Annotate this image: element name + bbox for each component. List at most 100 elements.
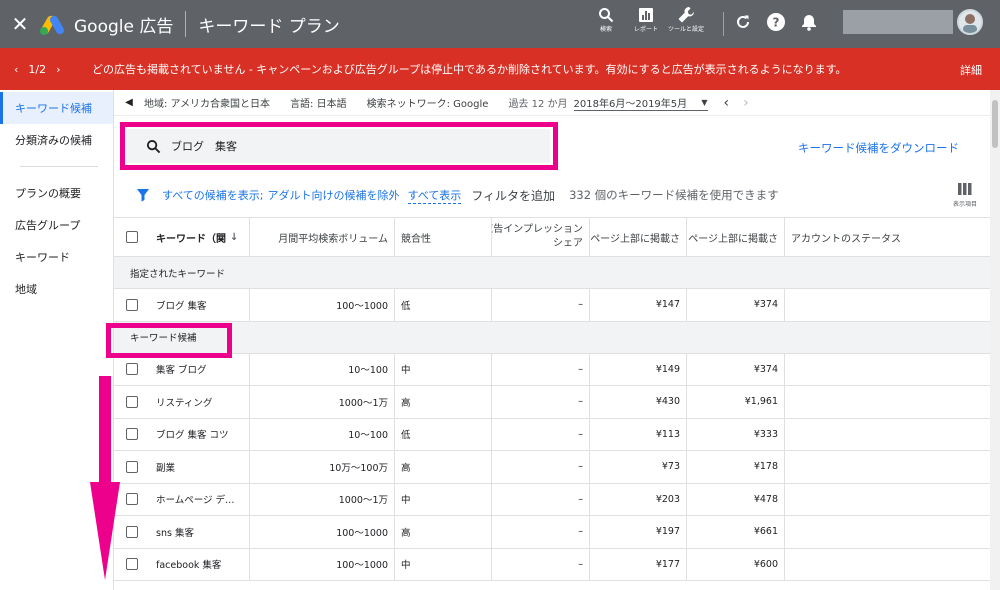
header-account-status[interactable]: アカウントのステータス: [785, 218, 990, 256]
select-all-checkbox[interactable]: [114, 218, 150, 256]
candidate-count: 332 個のキーワード候補を使用できます: [569, 188, 779, 202]
row-keyword: リスティング: [150, 386, 250, 418]
row-checkbox[interactable]: [114, 419, 150, 451]
add-filter-button[interactable]: フィルタを追加: [471, 187, 555, 204]
sort-arrow-icon: ↓: [230, 231, 239, 243]
row-volume: 1000～1万: [250, 483, 395, 515]
row-bid-low: ¥73: [590, 451, 687, 483]
network-filter[interactable]: 検索ネットワーク: Google: [367, 95, 489, 110]
location-filter[interactable]: 地域: アメリカ合衆国と日本: [144, 95, 270, 110]
header-competition[interactable]: 競合性: [395, 218, 492, 256]
vertical-scrollbar[interactable]: [990, 90, 1000, 590]
row-bid-high: ¥478: [687, 483, 785, 515]
row-account-status: [785, 419, 990, 451]
row-bid-low: ¥113: [590, 418, 687, 450]
row-bid-high: ¥600: [687, 548, 785, 580]
row-checkbox[interactable]: [114, 451, 150, 483]
table-row[interactable]: ブログ 集客 コツ 10～100 低 – ¥113 ¥333: [114, 418, 990, 451]
refresh-icon[interactable]: [734, 13, 752, 35]
row-bid-low: ¥430: [590, 386, 687, 418]
table-row[interactable]: 副業 10万～100万 高 – ¥73 ¥178: [114, 451, 990, 484]
row-checkbox[interactable]: [114, 549, 150, 581]
row-volume: 10万～100万: [250, 451, 395, 483]
row-bid-high: ¥374: [687, 289, 785, 321]
row-checkbox[interactable]: [114, 484, 150, 516]
scrollbar-thumb[interactable]: [992, 100, 998, 148]
sidebar-item-keywords[interactable]: キーワード: [0, 241, 113, 273]
top-tools: 検索 レポート ツールと設定: [586, 4, 706, 34]
account-selector[interactable]: [843, 10, 953, 34]
row-impression: –: [492, 516, 590, 548]
table-row[interactable]: リスティング 1000～1万 高 – ¥430 ¥1,961: [114, 386, 990, 419]
top-right-icons: ?: [734, 12, 818, 36]
row-checkbox[interactable]: [114, 516, 150, 548]
table-row[interactable]: ホームページ デ… 1000～1万 中 – ¥203 ¥478: [114, 483, 990, 516]
avatar[interactable]: [957, 9, 983, 35]
period-prev-icon[interactable]: ‹: [724, 95, 730, 111]
columns-button[interactable]: 表示項目: [948, 180, 982, 208]
page-title: キーワード プラン: [198, 16, 340, 37]
row-checkbox[interactable]: [114, 289, 150, 321]
sidebar-item-locations[interactable]: 地域: [0, 273, 113, 305]
sidebar-item-plan-overview[interactable]: プランの概要: [0, 177, 113, 209]
header-volume[interactable]: 月間平均検索ボリューム: [250, 218, 395, 256]
main-content: ◀ 地域: アメリカ合衆国と日本 言語: 日本語 検索ネットワーク: Googl…: [114, 90, 990, 590]
row-checkbox[interactable]: [114, 354, 150, 386]
table-row[interactable]: sns 集客 100～1000 高 – ¥197 ¥661: [114, 516, 990, 549]
google-ads-logo-icon: [39, 13, 66, 36]
search-tool-button[interactable]: 検索: [586, 4, 626, 34]
filter-funnel-icon[interactable]: [136, 188, 150, 202]
header-impression-share[interactable]: 広告インプレッション シェア: [492, 218, 590, 256]
row-competition: 低: [395, 418, 492, 450]
table-row[interactable]: 集客 ブログ 10～100 中 – ¥149 ¥374: [114, 353, 990, 386]
row-bid-low: ¥197: [590, 516, 687, 548]
header-bid-low[interactable]: ページ上部に掲載さ: [590, 218, 687, 256]
row-bid-low: ¥177: [590, 548, 687, 580]
language-filter[interactable]: 言語: 日本語: [290, 95, 347, 110]
collapse-sidebar-icon[interactable]: ◀: [114, 97, 144, 108]
period-next-icon[interactable]: ›: [743, 95, 749, 111]
exclude-adult-chip[interactable]: アダルト向けの候補を除外: [268, 187, 400, 203]
row-account-status: [785, 289, 990, 321]
download-ideas-link[interactable]: キーワード候補をダウンロード: [798, 140, 959, 156]
top-app-bar: ✕ Google 広告 キーワード プラン 検索 レポート ツールと設定 ?: [0, 0, 1000, 48]
alert-detail-link[interactable]: 詳細: [960, 62, 982, 78]
period-dropdown[interactable]: 2018年6月～2019年5月 ▼: [573, 95, 708, 111]
close-icon[interactable]: ✕: [0, 12, 40, 36]
chevron-left-icon[interactable]: ‹: [14, 63, 18, 76]
row-bid-high: ¥374: [687, 353, 785, 385]
show-all-candidates-chip[interactable]: すべての候補を表示;: [162, 187, 264, 203]
title-divider: [185, 11, 187, 37]
sidebar-divider: [20, 166, 98, 167]
tools-settings-button[interactable]: ツールと設定: [666, 4, 706, 34]
notification-bell-icon[interactable]: [800, 13, 818, 35]
sidebar-item-grouped-ideas[interactable]: 分類済みの候補: [0, 124, 113, 156]
report-tool-button[interactable]: レポート: [626, 4, 666, 34]
show-all-link[interactable]: すべて表示: [407, 187, 462, 204]
table-row[interactable]: ブログ 集客 100～1000 低 – ¥147 ¥374: [114, 289, 990, 322]
period-label: 過去 12 か月: [508, 99, 568, 110]
dropdown-arrow-icon: ▼: [701, 97, 708, 107]
keyword-search-box[interactable]: ブログ 集客: [126, 129, 550, 163]
sidebar-item-ad-groups[interactable]: 広告グループ: [0, 209, 113, 241]
table-row[interactable]: facebook 集客 100～1000 中 – ¥177 ¥600: [114, 548, 990, 581]
columns-label: 表示項目: [952, 201, 977, 208]
search-query: ブログ 集客: [171, 140, 237, 153]
header-bid-high[interactable]: ページ上部に掲載さ: [687, 218, 785, 256]
header-keyword[interactable]: キーワード（関 ↓: [150, 218, 250, 256]
section-keyword-candidates: キーワード候補: [114, 321, 990, 354]
filter-row: すべての候補を表示; アダルト向けの候補を除外 すべて表示 フィルタを追加 33…: [114, 182, 990, 208]
row-impression: –: [492, 386, 590, 418]
row-volume: 10～100: [250, 418, 395, 450]
row-keyword: 副業: [150, 451, 250, 483]
sidebar-item-keyword-ideas[interactable]: キーワード候補: [0, 92, 113, 124]
help-icon[interactable]: ?: [766, 12, 786, 36]
row-bid-low: ¥149: [590, 353, 687, 385]
row-account-status: [785, 354, 990, 386]
svg-text:?: ?: [773, 16, 780, 30]
row-bid-high: ¥661: [687, 516, 785, 548]
row-impression: –: [492, 451, 590, 483]
tools-divider: [723, 12, 724, 36]
chevron-right-icon[interactable]: ›: [56, 63, 60, 76]
row-checkbox[interactable]: [114, 386, 150, 418]
